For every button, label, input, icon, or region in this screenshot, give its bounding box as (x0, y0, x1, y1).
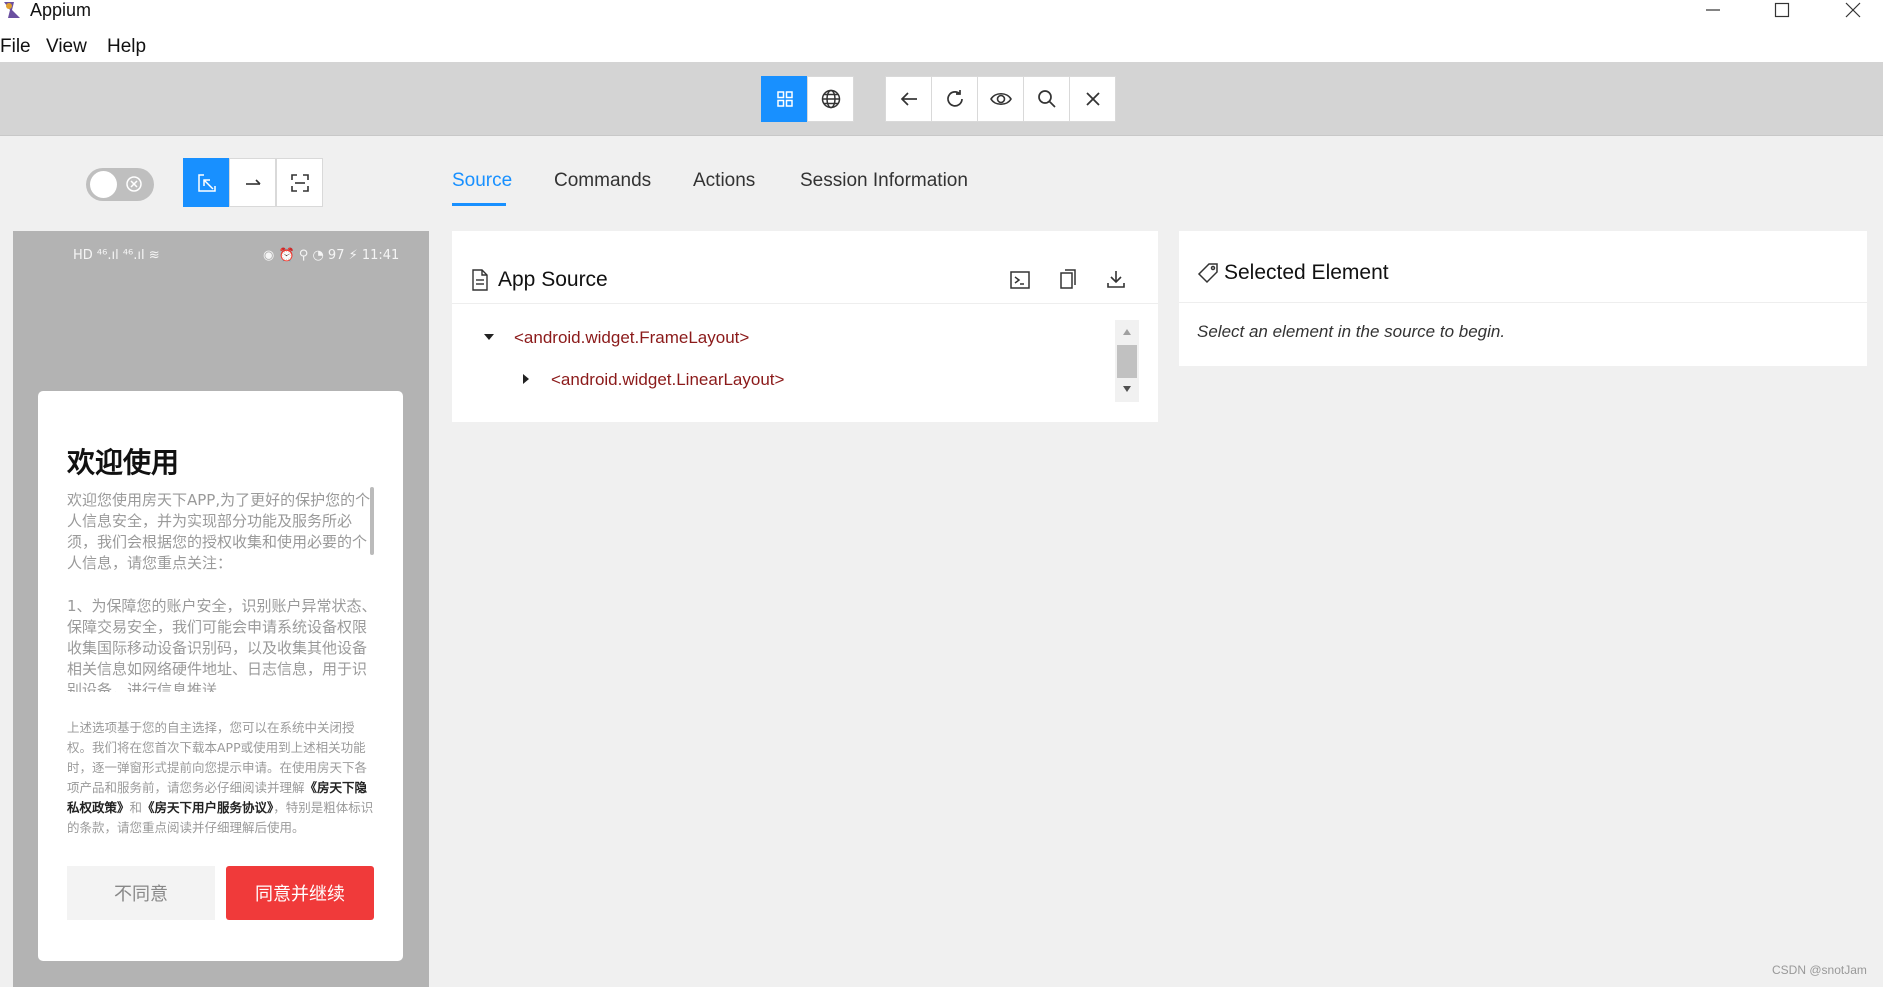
arrow-left-icon (898, 88, 920, 110)
dialog-paragraph-3: 上述选项基于您的自主选择，您可以在系统中关闭授权。我们将在您首次下载本APP或使… (67, 718, 377, 838)
show-hide-button[interactable] (977, 76, 1024, 122)
search-icon (1036, 88, 1058, 110)
caret-right-icon[interactable] (520, 373, 532, 385)
maximize-icon[interactable] (1757, 0, 1807, 20)
web-view-button[interactable] (807, 76, 854, 122)
status-bar-right: ◉ ⏰ ⚲ ◔ 97 ⚡ 11:41 (263, 248, 400, 263)
menu-help[interactable]: Help (107, 36, 146, 58)
tab-actions[interactable]: Actions (693, 170, 755, 192)
window-title: Appium (30, 0, 92, 20)
agree-button[interactable]: 同意并继续 (226, 866, 374, 920)
search-button[interactable] (1023, 76, 1070, 122)
source-scrollbar-thumb[interactable] (1117, 345, 1137, 378)
menu-bar (0, 26, 1883, 62)
dialog-paragraph-1: 欢迎您使用房天下APP,为了更好的保护您的个人信息安全，并为实现部分功能及服务所… (67, 491, 371, 572)
tree-node-linearlayout[interactable]: <android.widget.LinearLayout> (551, 370, 784, 390)
dialog-paragraph-2: 1、为保障您的账户安全，识别账户异常状态、保障交易安全，我们可能会申请系统设备权… (67, 597, 377, 692)
native-view-button[interactable] (761, 76, 808, 122)
select-elements-button[interactable] (183, 158, 230, 207)
close-icon (1083, 89, 1103, 109)
close-window-icon[interactable] (1828, 0, 1878, 20)
copy-icon[interactable] (1057, 268, 1079, 290)
terminal-icon[interactable] (1009, 269, 1031, 291)
globe-icon (820, 88, 842, 110)
source-panel-divider (452, 303, 1158, 304)
grid-icon (775, 89, 795, 109)
refresh-icon (944, 88, 966, 110)
selected-element-hint: Select an element in the source to begin… (1197, 322, 1506, 341)
app-source-title: App Source (498, 268, 608, 291)
appium-logo-icon (0, 0, 24, 20)
selected-panel-divider (1179, 302, 1867, 303)
app-source-panel (452, 231, 1158, 422)
tag-icon (1197, 262, 1219, 284)
menu-file[interactable]: File (0, 36, 31, 58)
minimize-icon[interactable] (1688, 0, 1738, 20)
refresh-button[interactable] (931, 76, 978, 122)
selected-element-panel (1179, 231, 1867, 366)
file-icon (471, 269, 489, 291)
disagree-button[interactable]: 不同意 (67, 866, 215, 920)
swipe-button[interactable] (229, 158, 276, 207)
user-agreement-link[interactable]: 《房天下用户服务协议》 (142, 800, 273, 815)
download-icon[interactable] (1105, 268, 1127, 290)
active-tab-indicator (452, 203, 506, 206)
dialog-title: 欢迎使用 (67, 446, 180, 479)
scroll-up-arrow-icon[interactable] (1122, 328, 1132, 336)
tab-session-information[interactable]: Session Information (800, 170, 968, 192)
select-icon (196, 172, 218, 194)
scroll-down-arrow-icon[interactable] (1122, 385, 1132, 393)
quit-session-button[interactable] (1069, 76, 1116, 122)
title-bar (0, 0, 1883, 26)
toggle-knob (90, 171, 117, 198)
tree-node-framelayout[interactable]: <android.widget.FrameLayout> (514, 328, 749, 348)
status-bar-left: HD ⁴⁶.ıl ⁴⁶.ıl ≋ (73, 248, 160, 263)
caret-down-icon[interactable] (483, 331, 495, 343)
swipe-icon (242, 172, 264, 194)
dialog-paragraph-3-and: 和 (129, 800, 143, 815)
watermark: CSDN @snotJam (1772, 963, 1867, 977)
close-circle-icon (125, 175, 143, 193)
tap-coordinates-button[interactable] (276, 158, 323, 207)
selected-element-title: Selected Element (1224, 261, 1389, 284)
tap-coordinates-icon (289, 172, 311, 194)
back-button[interactable] (885, 76, 932, 122)
tab-source[interactable]: Source (452, 170, 512, 192)
eye-icon (989, 88, 1013, 110)
tab-commands[interactable]: Commands (554, 170, 651, 192)
menu-view[interactable]: View (46, 36, 87, 58)
